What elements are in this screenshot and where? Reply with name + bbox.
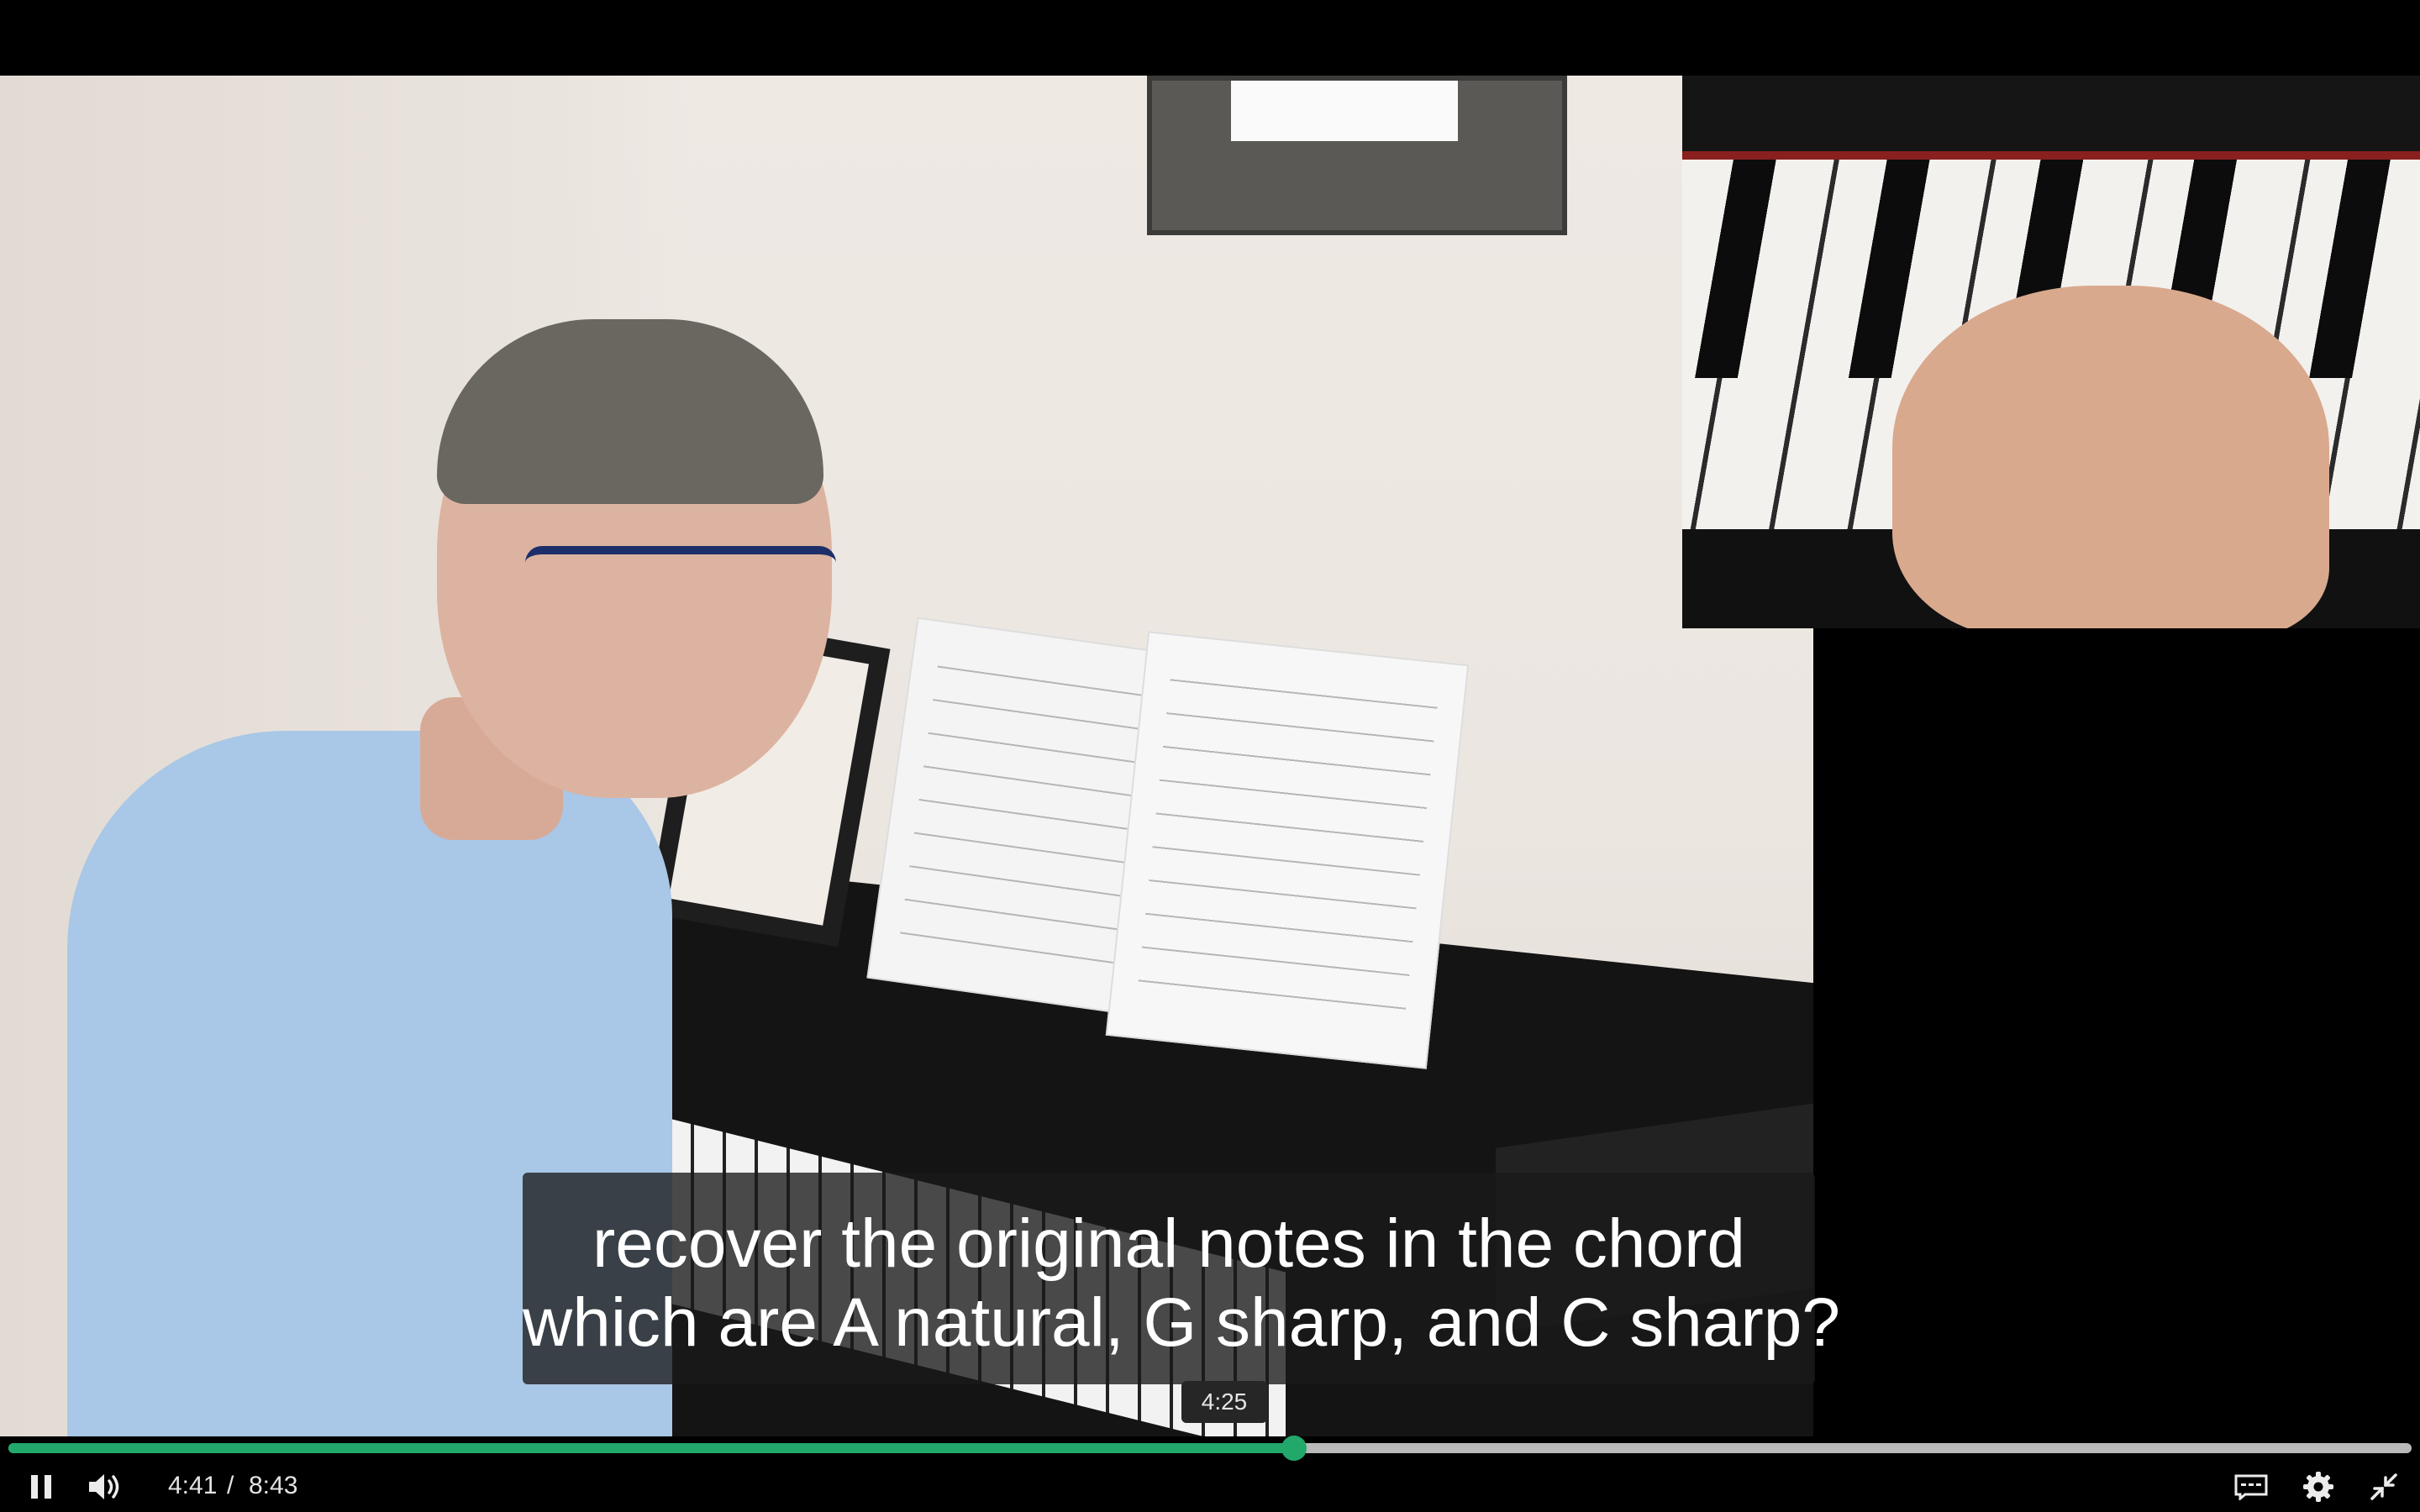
volume-icon xyxy=(89,1474,119,1499)
captions-button[interactable] xyxy=(2230,1462,2272,1512)
subtitle-line-2: which are A natural, G sharp, and C shar… xyxy=(523,1284,1841,1361)
pause-button[interactable] xyxy=(22,1462,60,1512)
volume-button[interactable] xyxy=(84,1462,126,1512)
closeup-hand xyxy=(1892,286,2329,628)
current-time: 4:41 xyxy=(168,1472,218,1499)
subtitle-line-1: recover the original notes in the chord xyxy=(592,1205,1746,1282)
control-bar: 4:41 / 8:43 xyxy=(0,1462,2420,1512)
duration: 8:43 xyxy=(249,1472,298,1499)
sheet-music-right xyxy=(1105,631,1470,1069)
progress-scrubber-handle[interactable] xyxy=(1281,1436,1307,1461)
captions-icon xyxy=(2234,1474,2268,1500)
pause-icon xyxy=(31,1475,51,1499)
time-separator: / xyxy=(227,1472,234,1499)
progress-bar[interactable] xyxy=(8,1436,2412,1461)
progress-played xyxy=(8,1443,1295,1453)
exit-fullscreen-icon xyxy=(2370,1473,2397,1500)
exit-fullscreen-button[interactable] xyxy=(2363,1462,2405,1512)
settings-button[interactable] xyxy=(2297,1462,2339,1512)
keyboard-closeup-inset xyxy=(1682,76,2420,628)
video-player[interactable]: recover the original notes in the chord … xyxy=(0,0,2420,1512)
wall-picture-frame xyxy=(1147,76,1567,235)
seek-time-tooltip: 4:25 xyxy=(1181,1381,1267,1423)
gear-icon xyxy=(2303,1472,2333,1502)
subtitle-box: recover the original notes in the chord … xyxy=(523,1173,1841,1384)
presenter-glasses xyxy=(525,546,836,613)
